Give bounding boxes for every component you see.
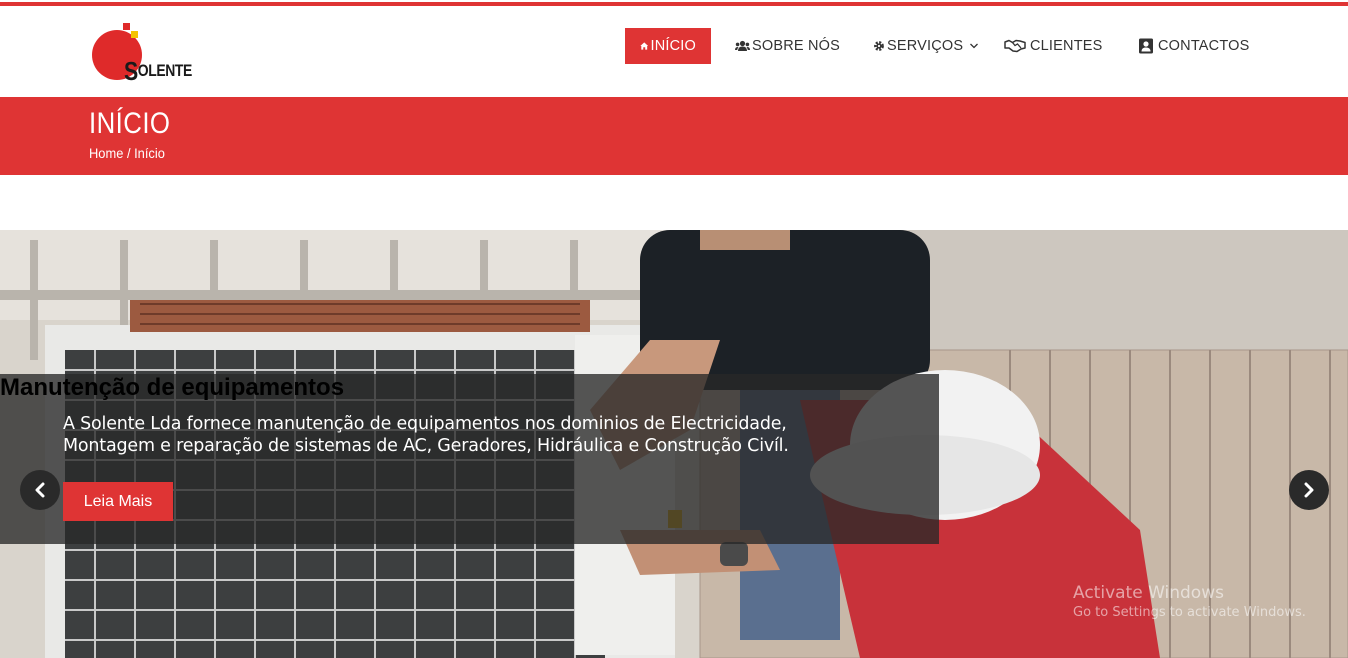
chevron-down-icon <box>970 43 979 49</box>
slide-description: A Solente Lda fornece manutenção de equi… <box>63 414 789 456</box>
nav-item-servicos[interactable]: SERVIÇOS <box>873 28 981 64</box>
windows-activation-watermark: Activate Windows Go to Settings to activ… <box>1073 583 1306 620</box>
nav-item-inicio[interactable]: INÍCIO <box>625 28 711 64</box>
chevron-left-icon <box>35 482 45 498</box>
slider-prev-button-overlay[interactable] <box>20 470 60 510</box>
breadcrumb: Home / Início <box>89 145 165 161</box>
nav-label: CONTACTOS <box>1158 38 1250 54</box>
home-icon <box>640 42 649 50</box>
nav-item-contactos[interactable]: CONTACTOS <box>1138 28 1250 64</box>
breadcrumb-current: Início <box>134 145 165 161</box>
read-more-button[interactable]: Leia Mais <box>63 482 173 521</box>
site-logo[interactable]: SOLENTE <box>90 22 200 86</box>
handshake-icon <box>1004 39 1026 53</box>
chevron-right-icon <box>1304 482 1314 498</box>
watermark-line2: Go to Settings to activate Windows. <box>1073 605 1306 620</box>
watermark-line1: Activate Windows <box>1073 583 1224 603</box>
breadcrumb-home[interactable]: Home <box>89 145 123 161</box>
nav-item-clientes[interactable]: CLIENTES <box>1004 28 1103 64</box>
logo-text: SOLENTE <box>124 56 192 86</box>
nav-label: SERVIÇOS <box>887 38 964 54</box>
page-title: INÍCIO <box>89 107 171 140</box>
page-title-banner: INÍCIO Home / Início <box>0 97 1348 175</box>
nav-item-sobre-nos[interactable]: SOBRE NÓS <box>735 28 840 64</box>
slider-next-button-overlay[interactable] <box>1289 470 1329 510</box>
slide-title: Manutenção de equipamentos <box>0 374 345 401</box>
gear-icon <box>874 41 884 51</box>
contact-card-icon <box>1139 38 1153 54</box>
nav-label: SOBRE NÓS <box>752 38 841 54</box>
nav-label: CLIENTES <box>1030 38 1103 54</box>
breadcrumb-separator: / <box>123 145 135 161</box>
nav-label: INÍCIO <box>650 38 696 54</box>
users-icon <box>735 40 750 51</box>
